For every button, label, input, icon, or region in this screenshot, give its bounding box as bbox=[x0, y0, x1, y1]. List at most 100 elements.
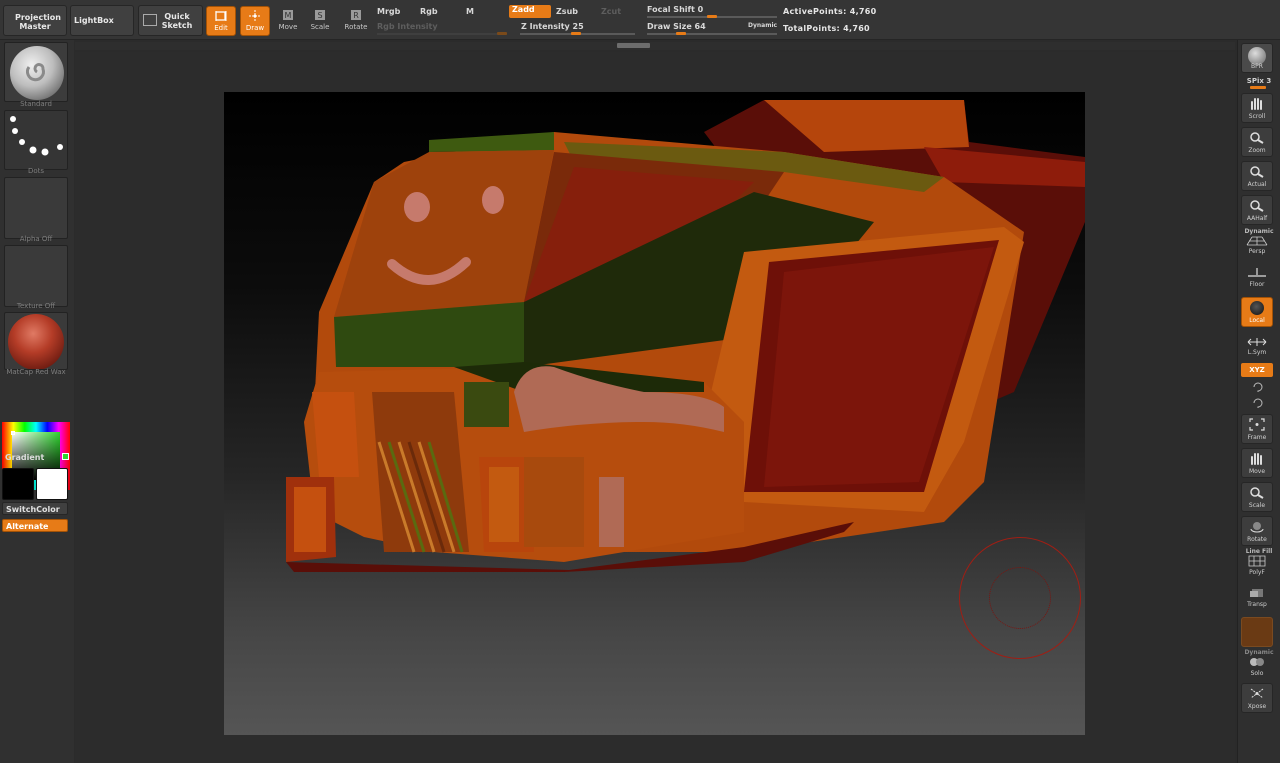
xpose-icon bbox=[1250, 688, 1264, 699]
texture-selector[interactable] bbox=[4, 245, 68, 307]
scale-tool-button[interactable]: S Scale bbox=[306, 6, 334, 36]
solo-label: Solo bbox=[1250, 670, 1264, 677]
transp-label: Transp bbox=[1247, 601, 1267, 608]
edit-label: Edit bbox=[214, 24, 228, 32]
quick-sketch-button[interactable]: Quick Sketch bbox=[138, 5, 203, 36]
draw-icon bbox=[249, 10, 261, 22]
transparency-icon bbox=[1250, 589, 1263, 597]
floor-label: Floor bbox=[1249, 281, 1265, 288]
zcut-button[interactable]: Zcut bbox=[601, 7, 621, 16]
spaceship-model[interactable] bbox=[224, 92, 1085, 735]
edit-tool-button[interactable]: Edit bbox=[206, 6, 236, 36]
zoom-button[interactable]: Zoom bbox=[1241, 127, 1273, 157]
aahalf-label: AAHalf bbox=[1246, 215, 1268, 222]
draw-size-track[interactable] bbox=[647, 33, 777, 35]
scale-view-label: Scale bbox=[1248, 502, 1266, 509]
projection-master-button[interactable]: Projection Master bbox=[3, 5, 67, 36]
rotate-view-icon bbox=[1250, 522, 1264, 533]
zoom-label: Zoom bbox=[1248, 147, 1266, 154]
move-label: Move bbox=[278, 23, 298, 31]
hue-cursor bbox=[62, 453, 69, 460]
mrgb-button[interactable]: Mrgb bbox=[377, 7, 400, 16]
z-intensity-fill bbox=[571, 32, 581, 35]
lightbox-button[interactable]: LightBox bbox=[70, 5, 134, 36]
m-button[interactable]: M bbox=[466, 7, 474, 16]
zadd-button[interactable]: Zadd bbox=[509, 5, 551, 18]
rgb-button[interactable]: Rgb bbox=[420, 7, 438, 16]
main-color-swatch[interactable] bbox=[2, 468, 34, 500]
local-label: Local bbox=[1249, 317, 1265, 324]
rgb-intensity-track[interactable] bbox=[377, 33, 507, 35]
scale-magnifier-icon bbox=[1250, 487, 1264, 499]
dynamic-solo-label[interactable]: Dynamic bbox=[1238, 649, 1280, 656]
dynamic-persp-label[interactable]: Dynamic bbox=[1238, 228, 1280, 235]
rotate-tool-button[interactable]: R Rotate bbox=[342, 6, 370, 36]
dots-stroke-icon bbox=[10, 116, 63, 156]
stroke-selector[interactable] bbox=[4, 110, 68, 170]
draw-label: Draw bbox=[245, 24, 265, 32]
focal-shift-slider[interactable]: Focal Shift 0 bbox=[647, 5, 703, 14]
alternate-button[interactable]: Alternate bbox=[2, 519, 68, 532]
alpha-selector[interactable] bbox=[4, 177, 68, 239]
actual-button[interactable]: Actual bbox=[1241, 161, 1273, 191]
ghost-button[interactable] bbox=[1241, 617, 1273, 647]
move-view-button[interactable]: Move bbox=[1241, 448, 1273, 478]
actual-label: Actual bbox=[1247, 181, 1267, 188]
persp-button[interactable]: Persp bbox=[1241, 235, 1273, 259]
perspective-grid-icon bbox=[1246, 236, 1268, 246]
scale-label: Scale bbox=[310, 23, 330, 31]
rotate-z-icon[interactable] bbox=[1251, 397, 1265, 409]
lsym-button[interactable]: L.Sym bbox=[1241, 337, 1273, 361]
secondary-color-swatch[interactable] bbox=[36, 468, 68, 500]
gradient-toggle[interactable]: Gradient bbox=[5, 453, 44, 462]
local-button[interactable]: Local bbox=[1241, 297, 1273, 327]
color-cursor bbox=[11, 431, 15, 435]
polyf-button[interactable]: PolyF bbox=[1241, 555, 1273, 579]
alpha-label: Alpha Off bbox=[19, 235, 53, 243]
lightbox-label: LightBox bbox=[74, 16, 114, 25]
lsym-label: L.Sym bbox=[1247, 349, 1267, 356]
bpr-button[interactable]: BPR bbox=[1241, 43, 1273, 73]
brush-selector[interactable] bbox=[4, 42, 68, 102]
persp-label: Persp bbox=[1248, 248, 1266, 255]
focal-shift-fill bbox=[707, 15, 717, 18]
svg-text:S: S bbox=[317, 11, 322, 20]
switch-color-button[interactable]: SwitchColor bbox=[2, 502, 68, 515]
line-fill-toggle[interactable]: Line Fill bbox=[1238, 548, 1280, 555]
floor-button[interactable]: Floor bbox=[1241, 267, 1273, 291]
scroll-button[interactable]: Scroll bbox=[1241, 93, 1273, 123]
shelf-handle[interactable] bbox=[617, 43, 650, 48]
material-selector[interactable] bbox=[4, 312, 68, 370]
transp-button[interactable]: Transp bbox=[1241, 587, 1273, 611]
texture-label: Texture Off bbox=[16, 302, 56, 310]
spix-slider-fill[interactable] bbox=[1250, 86, 1266, 89]
move-tool-button[interactable]: M Move bbox=[274, 6, 302, 36]
spix-label[interactable]: SPix 3 bbox=[1238, 77, 1280, 85]
rotate-y-icon[interactable] bbox=[1251, 381, 1265, 393]
solo-button[interactable]: Solo bbox=[1241, 656, 1273, 680]
zoom-icon bbox=[1250, 132, 1264, 144]
zsub-button[interactable]: Zsub bbox=[556, 7, 578, 16]
switch-color-label: SwitchColor bbox=[6, 505, 60, 514]
z-intensity-slider[interactable]: Z Intensity 25 bbox=[521, 22, 584, 31]
scale-view-button[interactable]: Scale bbox=[1241, 482, 1273, 512]
draw-tool-button[interactable]: Draw bbox=[240, 6, 270, 36]
aahalf-button[interactable]: AAHalf bbox=[1241, 195, 1273, 225]
bpr-label: BPR bbox=[1251, 63, 1263, 70]
rgb-intensity-slider[interactable]: Rgb Intensity bbox=[377, 22, 438, 31]
xyz-button[interactable]: XYZ bbox=[1241, 363, 1273, 377]
alternate-label: Alternate bbox=[6, 522, 49, 531]
top-toolbar: Projection Master LightBox Quick Sketch … bbox=[0, 0, 1280, 40]
draw-size-slider[interactable]: Draw Size 64 bbox=[647, 22, 706, 31]
dynamic-toggle[interactable]: Dynamic bbox=[748, 22, 777, 29]
frame-button[interactable]: Frame bbox=[1241, 414, 1273, 444]
matcap-red-wax-icon bbox=[8, 314, 64, 369]
move-icon: M bbox=[283, 10, 293, 20]
brush-cursor-inner bbox=[989, 567, 1051, 629]
rotate-view-button[interactable]: Rotate bbox=[1241, 516, 1273, 546]
document-viewport[interactable] bbox=[224, 92, 1085, 735]
quick-sketch-label: Quick Sketch bbox=[161, 12, 193, 30]
shelf-strip bbox=[75, 42, 1235, 50]
floor-icon bbox=[1248, 268, 1266, 277]
xpose-button[interactable]: Xpose bbox=[1241, 683, 1273, 713]
